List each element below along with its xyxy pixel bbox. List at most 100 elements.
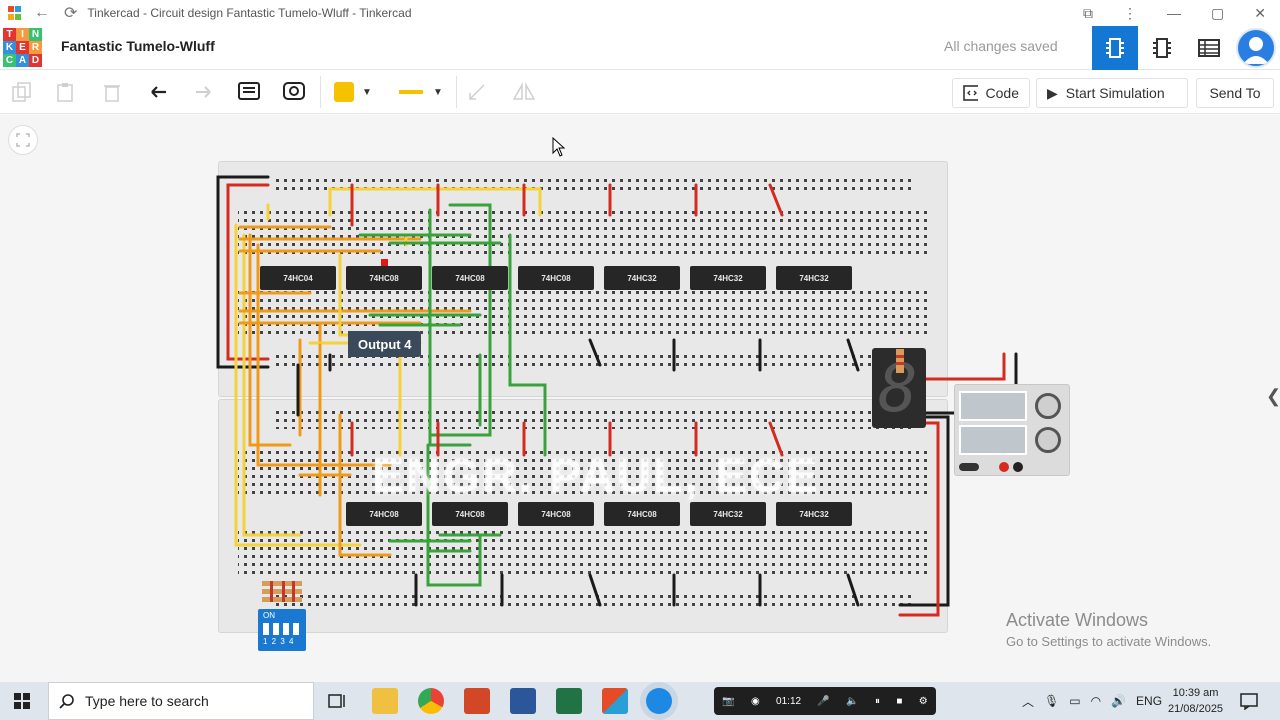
ic-chip[interactable]: 74HC08 xyxy=(518,502,594,526)
ic-chip[interactable]: 74HC08 xyxy=(346,266,422,290)
current-display xyxy=(959,425,1027,455)
paste-icon xyxy=(57,83,73,102)
excel-icon[interactable] xyxy=(556,688,582,714)
chip-icon xyxy=(1106,38,1124,58)
send-to-button[interactable]: Send To xyxy=(1196,78,1274,108)
ic-chip[interactable]: 74HC08 xyxy=(432,266,508,290)
ic-chip[interactable]: 74HC32 xyxy=(776,502,852,526)
record-icon[interactable]: ◉ xyxy=(751,696,760,707)
current-knob[interactable] xyxy=(1035,427,1061,453)
redo-button[interactable] xyxy=(189,78,217,106)
windows-start-icon[interactable] xyxy=(14,693,30,714)
toggle-notes-button[interactable] xyxy=(280,78,308,106)
dip-switch[interactable]: ON 1 2 3 4 xyxy=(258,609,306,651)
tinkercad-app-icon[interactable] xyxy=(602,688,628,714)
settings-icon[interactable]: ⚙ xyxy=(919,696,928,707)
logo-letter: A xyxy=(16,54,29,67)
maximize-button[interactable]: ▢ xyxy=(1211,5,1224,22)
delete-button[interactable] xyxy=(98,78,126,106)
resistor[interactable] xyxy=(894,347,906,375)
ic-chip[interactable]: 74HC08 xyxy=(432,502,508,526)
selected-pin-marker[interactable] xyxy=(381,259,388,266)
tinkercad-logo[interactable]: T I N K E R C A D xyxy=(3,28,43,68)
voltage-knob[interactable] xyxy=(1035,393,1061,419)
code-label: Code xyxy=(985,85,1019,101)
logo-letter: I xyxy=(16,28,29,41)
reload-icon[interactable]: ⟳ xyxy=(64,3,77,23)
microphone-icon[interactable]: 🎤 xyxy=(817,696,829,707)
recording-time: 01:12 xyxy=(776,695,802,707)
save-status: All changes saved xyxy=(944,38,1058,54)
ic-chip[interactable]: 74HC32 xyxy=(690,266,766,290)
undo-icon xyxy=(151,86,166,98)
negative-terminal[interactable] xyxy=(1013,462,1023,472)
notifications-icon[interactable] xyxy=(1240,692,1258,715)
activate-windows-notice: Activate Windows Go to Settings to activ… xyxy=(1006,610,1211,649)
chevron-down-icon: ▼ xyxy=(433,86,443,98)
circuit-canvas[interactable]: ❮ 74HC04 74HC08 74HC08 74HC08 74HC32 74H… xyxy=(0,115,1280,682)
word-icon[interactable] xyxy=(510,688,536,714)
taskbar-search-box[interactable]: Type here to search xyxy=(48,682,314,720)
code-button[interactable]: Code xyxy=(952,78,1030,108)
start-simulation-label: Start Simulation xyxy=(1065,85,1165,101)
chevron-down-icon: ▼ xyxy=(362,86,372,98)
speaker-icon[interactable]: 🔈 xyxy=(846,696,858,707)
chevron-up-icon[interactable]: ︿ xyxy=(1022,693,1034,710)
ic-chip[interactable]: 74HC32 xyxy=(604,266,680,290)
ic-chip[interactable]: 74HC08 xyxy=(604,502,680,526)
ic-chip[interactable]: 74HC32 xyxy=(690,502,766,526)
pause-icon[interactable]: ⏸ xyxy=(875,696,880,707)
minimize-button[interactable]: — xyxy=(1167,5,1181,21)
microphone-tray-icon[interactable]: 🎙 xyxy=(1044,694,1059,708)
positive-terminal[interactable] xyxy=(999,462,1009,472)
chrome-icon[interactable] xyxy=(418,688,444,714)
taskbar-clock[interactable]: 10:39 am 21/08/2025 xyxy=(1168,685,1223,717)
user-avatar[interactable] xyxy=(1236,28,1276,68)
back-arrow-icon[interactable]: ← xyxy=(34,4,50,22)
ic-chip[interactable]: 74HC08 xyxy=(518,266,594,290)
fill-color-picker[interactable]: ▼ xyxy=(330,78,376,106)
app-header: T I N K E R C A D Fantastic Tumelo-Wluff… xyxy=(0,26,1280,70)
paste-button[interactable] xyxy=(52,78,80,106)
wifi-icon[interactable]: ◠ xyxy=(1091,694,1101,708)
screen-recorder-bar[interactable]: 📷 ◉ 01:12 🎤 🔈 ⏸ ■ ⚙ xyxy=(714,687,936,715)
schematic-icon xyxy=(1153,38,1171,58)
resistor-array[interactable] xyxy=(262,579,306,605)
language-indicator[interactable]: ENG xyxy=(1136,694,1162,708)
ic-chip[interactable]: 74HC32 xyxy=(776,266,852,290)
battery-icon[interactable]: ▭ xyxy=(1069,694,1080,708)
play-icon: ▶ xyxy=(1047,84,1058,101)
wire-color-picker[interactable]: ▼ xyxy=(396,78,446,106)
rotate-icon xyxy=(469,84,485,100)
edge-icon[interactable] xyxy=(646,688,672,714)
undo-button[interactable] xyxy=(145,78,173,106)
project-title[interactable]: Fantastic Tumelo-Wluff xyxy=(61,38,215,54)
send-to-label: Send To xyxy=(1209,85,1261,101)
rotate-button[interactable] xyxy=(463,78,491,106)
camera-icon[interactable]: 📷 xyxy=(722,696,734,707)
file-explorer-icon[interactable] xyxy=(372,688,398,714)
more-menu-icon[interactable]: ⋮ xyxy=(1123,5,1137,22)
dip-numbers: 1 2 3 4 xyxy=(263,637,295,646)
schematic-view-button[interactable] xyxy=(1139,26,1185,70)
close-button[interactable]: ✕ xyxy=(1254,5,1266,22)
task-view-icon[interactable] xyxy=(328,693,346,714)
flip-button[interactable] xyxy=(510,78,538,106)
user-icon xyxy=(1243,37,1269,64)
fill-swatch xyxy=(334,82,355,102)
circuit-view-button[interactable] xyxy=(1092,26,1138,70)
ic-chip[interactable]: 74HC04 xyxy=(260,266,336,290)
power-supply[interactable] xyxy=(954,384,1070,476)
powerpoint-icon[interactable] xyxy=(464,688,490,714)
ic-chip[interactable]: 74HC08 xyxy=(346,502,422,526)
volume-icon[interactable]: 🔊 xyxy=(1111,694,1126,708)
extensions-icon[interactable]: ⧉ xyxy=(1083,5,1093,22)
start-simulation-button[interactable]: ▶ Start Simulation xyxy=(1036,78,1188,108)
dip-toggles xyxy=(263,623,299,635)
stop-icon[interactable]: ■ xyxy=(896,696,902,707)
notes-button[interactable] xyxy=(235,78,263,106)
wires-layer xyxy=(216,175,1018,617)
power-switch[interactable] xyxy=(959,463,979,471)
copy-button[interactable] xyxy=(8,78,36,106)
component-list-button[interactable] xyxy=(1186,26,1232,70)
